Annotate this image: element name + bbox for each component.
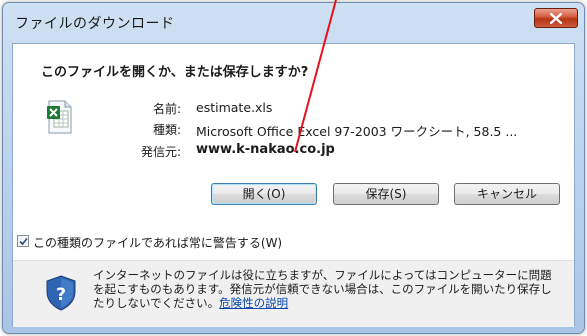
dialog-content: このファイルを開くか、または保存しますか? 名前: estimate.xls 種…: [12, 43, 575, 327]
close-button[interactable]: [534, 8, 578, 28]
type-label: 種類:: [152, 123, 181, 137]
close-icon: [550, 13, 562, 24]
save-button[interactable]: 保存(S): [333, 183, 439, 205]
name-label: 名前:: [152, 102, 181, 116]
warning-message: インターネットのファイルは役に立ちますが、ファイルによってはコンピューターに問題…: [93, 268, 552, 310]
always-warn-label[interactable]: この種類のファイルであれば常に警告する(W): [33, 234, 282, 251]
excel-file-icon: [47, 100, 73, 134]
security-shield-icon: ?: [46, 275, 76, 315]
download-dialog-window: ファイルのダウンロード このファイルを開くか、または保存しますか? 名前: es…: [2, 2, 585, 334]
always-warn-checkbox[interactable]: [17, 235, 29, 247]
window-title: ファイルのダウンロード: [15, 16, 175, 32]
risk-explanation-link[interactable]: 危険性の説明: [219, 296, 288, 310]
from-label: 発信元:: [140, 145, 181, 159]
security-info-panel: ? インターネットのファイルは役に立ちますが、ファイルによってはコンピューターに…: [13, 260, 574, 327]
open-button[interactable]: 開く(O): [211, 183, 317, 205]
question-heading: このファイルを開くか、または保存しますか?: [41, 65, 309, 80]
file-type-value: Microsoft Office Excel 97-2003 ワークシート, 5…: [196, 124, 518, 139]
security-warning-text: インターネットのファイルは役に立ちますが、ファイルによってはコンピューターに問題…: [93, 268, 563, 310]
checkmark-icon: [19, 237, 28, 246]
svg-text:?: ?: [56, 285, 66, 305]
cancel-button[interactable]: キャンセル: [454, 183, 560, 205]
file-name-value: estimate.xls: [196, 100, 273, 115]
title-bar[interactable]: ファイルのダウンロード: [3, 3, 584, 43]
source-value: www.k-nakao.co.jp: [196, 142, 335, 157]
